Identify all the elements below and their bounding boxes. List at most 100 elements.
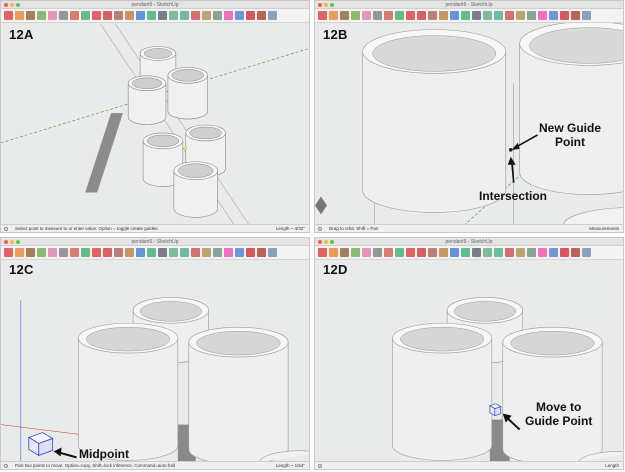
- position-icon[interactable]: [505, 11, 514, 20]
- zoom-icon[interactable]: [158, 248, 167, 257]
- extension-icon[interactable]: [246, 11, 255, 20]
- paint-bucket-icon[interactable]: [70, 248, 79, 257]
- pencil-icon[interactable]: [329, 248, 338, 257]
- pencil-icon[interactable]: [15, 11, 24, 20]
- push-pull-icon[interactable]: [395, 248, 404, 257]
- measurements-box[interactable]: Length ~ 1/64": [276, 462, 305, 469]
- extension-icon[interactable]: [560, 11, 569, 20]
- eraser-icon[interactable]: [48, 248, 57, 257]
- section-icon[interactable]: [202, 248, 211, 257]
- info-icon[interactable]: [4, 227, 8, 231]
- rotate-icon[interactable]: [103, 11, 112, 20]
- measurements-box[interactable]: Length ~ 4/32": [276, 225, 305, 232]
- position-icon[interactable]: [191, 11, 200, 20]
- walk-icon[interactable]: [213, 11, 222, 20]
- paint-bucket-icon[interactable]: [384, 11, 393, 20]
- camera-icon[interactable]: [180, 11, 189, 20]
- ruby-icon[interactable]: [257, 11, 266, 20]
- model-viewport[interactable]: [1, 260, 309, 463]
- info-icon[interactable]: [582, 11, 591, 20]
- warehouse-icon[interactable]: [549, 248, 558, 257]
- orbit-icon[interactable]: [450, 11, 459, 20]
- tape-measure-icon[interactable]: [373, 11, 382, 20]
- offset-icon[interactable]: [439, 11, 448, 20]
- walk-icon[interactable]: [527, 248, 536, 257]
- tape-measure-icon[interactable]: [59, 11, 68, 20]
- select-icon[interactable]: [4, 248, 13, 257]
- zoom-extents-icon[interactable]: [483, 248, 492, 257]
- camera-icon[interactable]: [494, 248, 503, 257]
- info-icon[interactable]: [268, 248, 277, 257]
- zoom-extents-icon[interactable]: [483, 11, 492, 20]
- measurements-box[interactable]: Length: [605, 462, 619, 469]
- select-icon[interactable]: [318, 11, 327, 20]
- section-icon[interactable]: [202, 11, 211, 20]
- paint-bucket-icon[interactable]: [384, 248, 393, 257]
- zoom-icon[interactable]: [472, 248, 481, 257]
- pencil-icon[interactable]: [329, 11, 338, 20]
- tape-measure-icon[interactable]: [373, 248, 382, 257]
- pan-icon[interactable]: [147, 11, 156, 20]
- rotate-icon[interactable]: [417, 11, 426, 20]
- rectangle-icon[interactable]: [26, 248, 35, 257]
- info-icon[interactable]: [318, 464, 322, 468]
- ruby-icon[interactable]: [257, 248, 266, 257]
- rotate-icon[interactable]: [103, 248, 112, 257]
- walk-icon[interactable]: [213, 248, 222, 257]
- measurements-box[interactable]: Measurements: [589, 225, 619, 232]
- walk-icon[interactable]: [527, 11, 536, 20]
- warehouse-icon[interactable]: [235, 248, 244, 257]
- circle-icon[interactable]: [351, 248, 360, 257]
- rectangle-icon[interactable]: [26, 11, 35, 20]
- move-icon[interactable]: [406, 11, 415, 20]
- move-icon[interactable]: [92, 11, 101, 20]
- circle-icon[interactable]: [37, 248, 46, 257]
- move-icon[interactable]: [92, 248, 101, 257]
- components-icon[interactable]: [538, 11, 547, 20]
- select-icon[interactable]: [4, 11, 13, 20]
- pencil-icon[interactable]: [15, 248, 24, 257]
- ruby-icon[interactable]: [571, 248, 580, 257]
- eraser-icon[interactable]: [362, 11, 371, 20]
- orbit-icon[interactable]: [450, 248, 459, 257]
- scale-icon[interactable]: [114, 248, 123, 257]
- pan-icon[interactable]: [461, 248, 470, 257]
- zoom-icon[interactable]: [472, 11, 481, 20]
- scale-icon[interactable]: [114, 11, 123, 20]
- position-icon[interactable]: [191, 248, 200, 257]
- zoom-extents-icon[interactable]: [169, 11, 178, 20]
- ruby-icon[interactable]: [571, 11, 580, 20]
- rectangle-icon[interactable]: [340, 11, 349, 20]
- components-icon[interactable]: [224, 248, 233, 257]
- components-icon[interactable]: [538, 248, 547, 257]
- circle-icon[interactable]: [37, 11, 46, 20]
- pan-icon[interactable]: [147, 248, 156, 257]
- select-icon[interactable]: [318, 248, 327, 257]
- eraser-icon[interactable]: [362, 248, 371, 257]
- info-icon[interactable]: [582, 248, 591, 257]
- info-icon[interactable]: [268, 11, 277, 20]
- offset-icon[interactable]: [439, 248, 448, 257]
- orbit-icon[interactable]: [136, 248, 145, 257]
- warehouse-icon[interactable]: [549, 11, 558, 20]
- model-viewport[interactable]: [315, 260, 623, 463]
- camera-icon[interactable]: [494, 11, 503, 20]
- camera-icon[interactable]: [180, 248, 189, 257]
- position-icon[interactable]: [505, 248, 514, 257]
- push-pull-icon[interactable]: [81, 11, 90, 20]
- paint-bucket-icon[interactable]: [70, 11, 79, 20]
- warehouse-icon[interactable]: [235, 11, 244, 20]
- offset-icon[interactable]: [125, 248, 134, 257]
- move-icon[interactable]: [406, 248, 415, 257]
- push-pull-icon[interactable]: [395, 11, 404, 20]
- components-icon[interactable]: [224, 11, 233, 20]
- model-viewport[interactable]: [1, 23, 309, 226]
- offset-icon[interactable]: [125, 11, 134, 20]
- scale-icon[interactable]: [428, 11, 437, 20]
- push-pull-icon[interactable]: [81, 248, 90, 257]
- orbit-icon[interactable]: [136, 11, 145, 20]
- section-icon[interactable]: [516, 248, 525, 257]
- rectangle-icon[interactable]: [340, 248, 349, 257]
- rotate-icon[interactable]: [417, 248, 426, 257]
- pan-icon[interactable]: [461, 11, 470, 20]
